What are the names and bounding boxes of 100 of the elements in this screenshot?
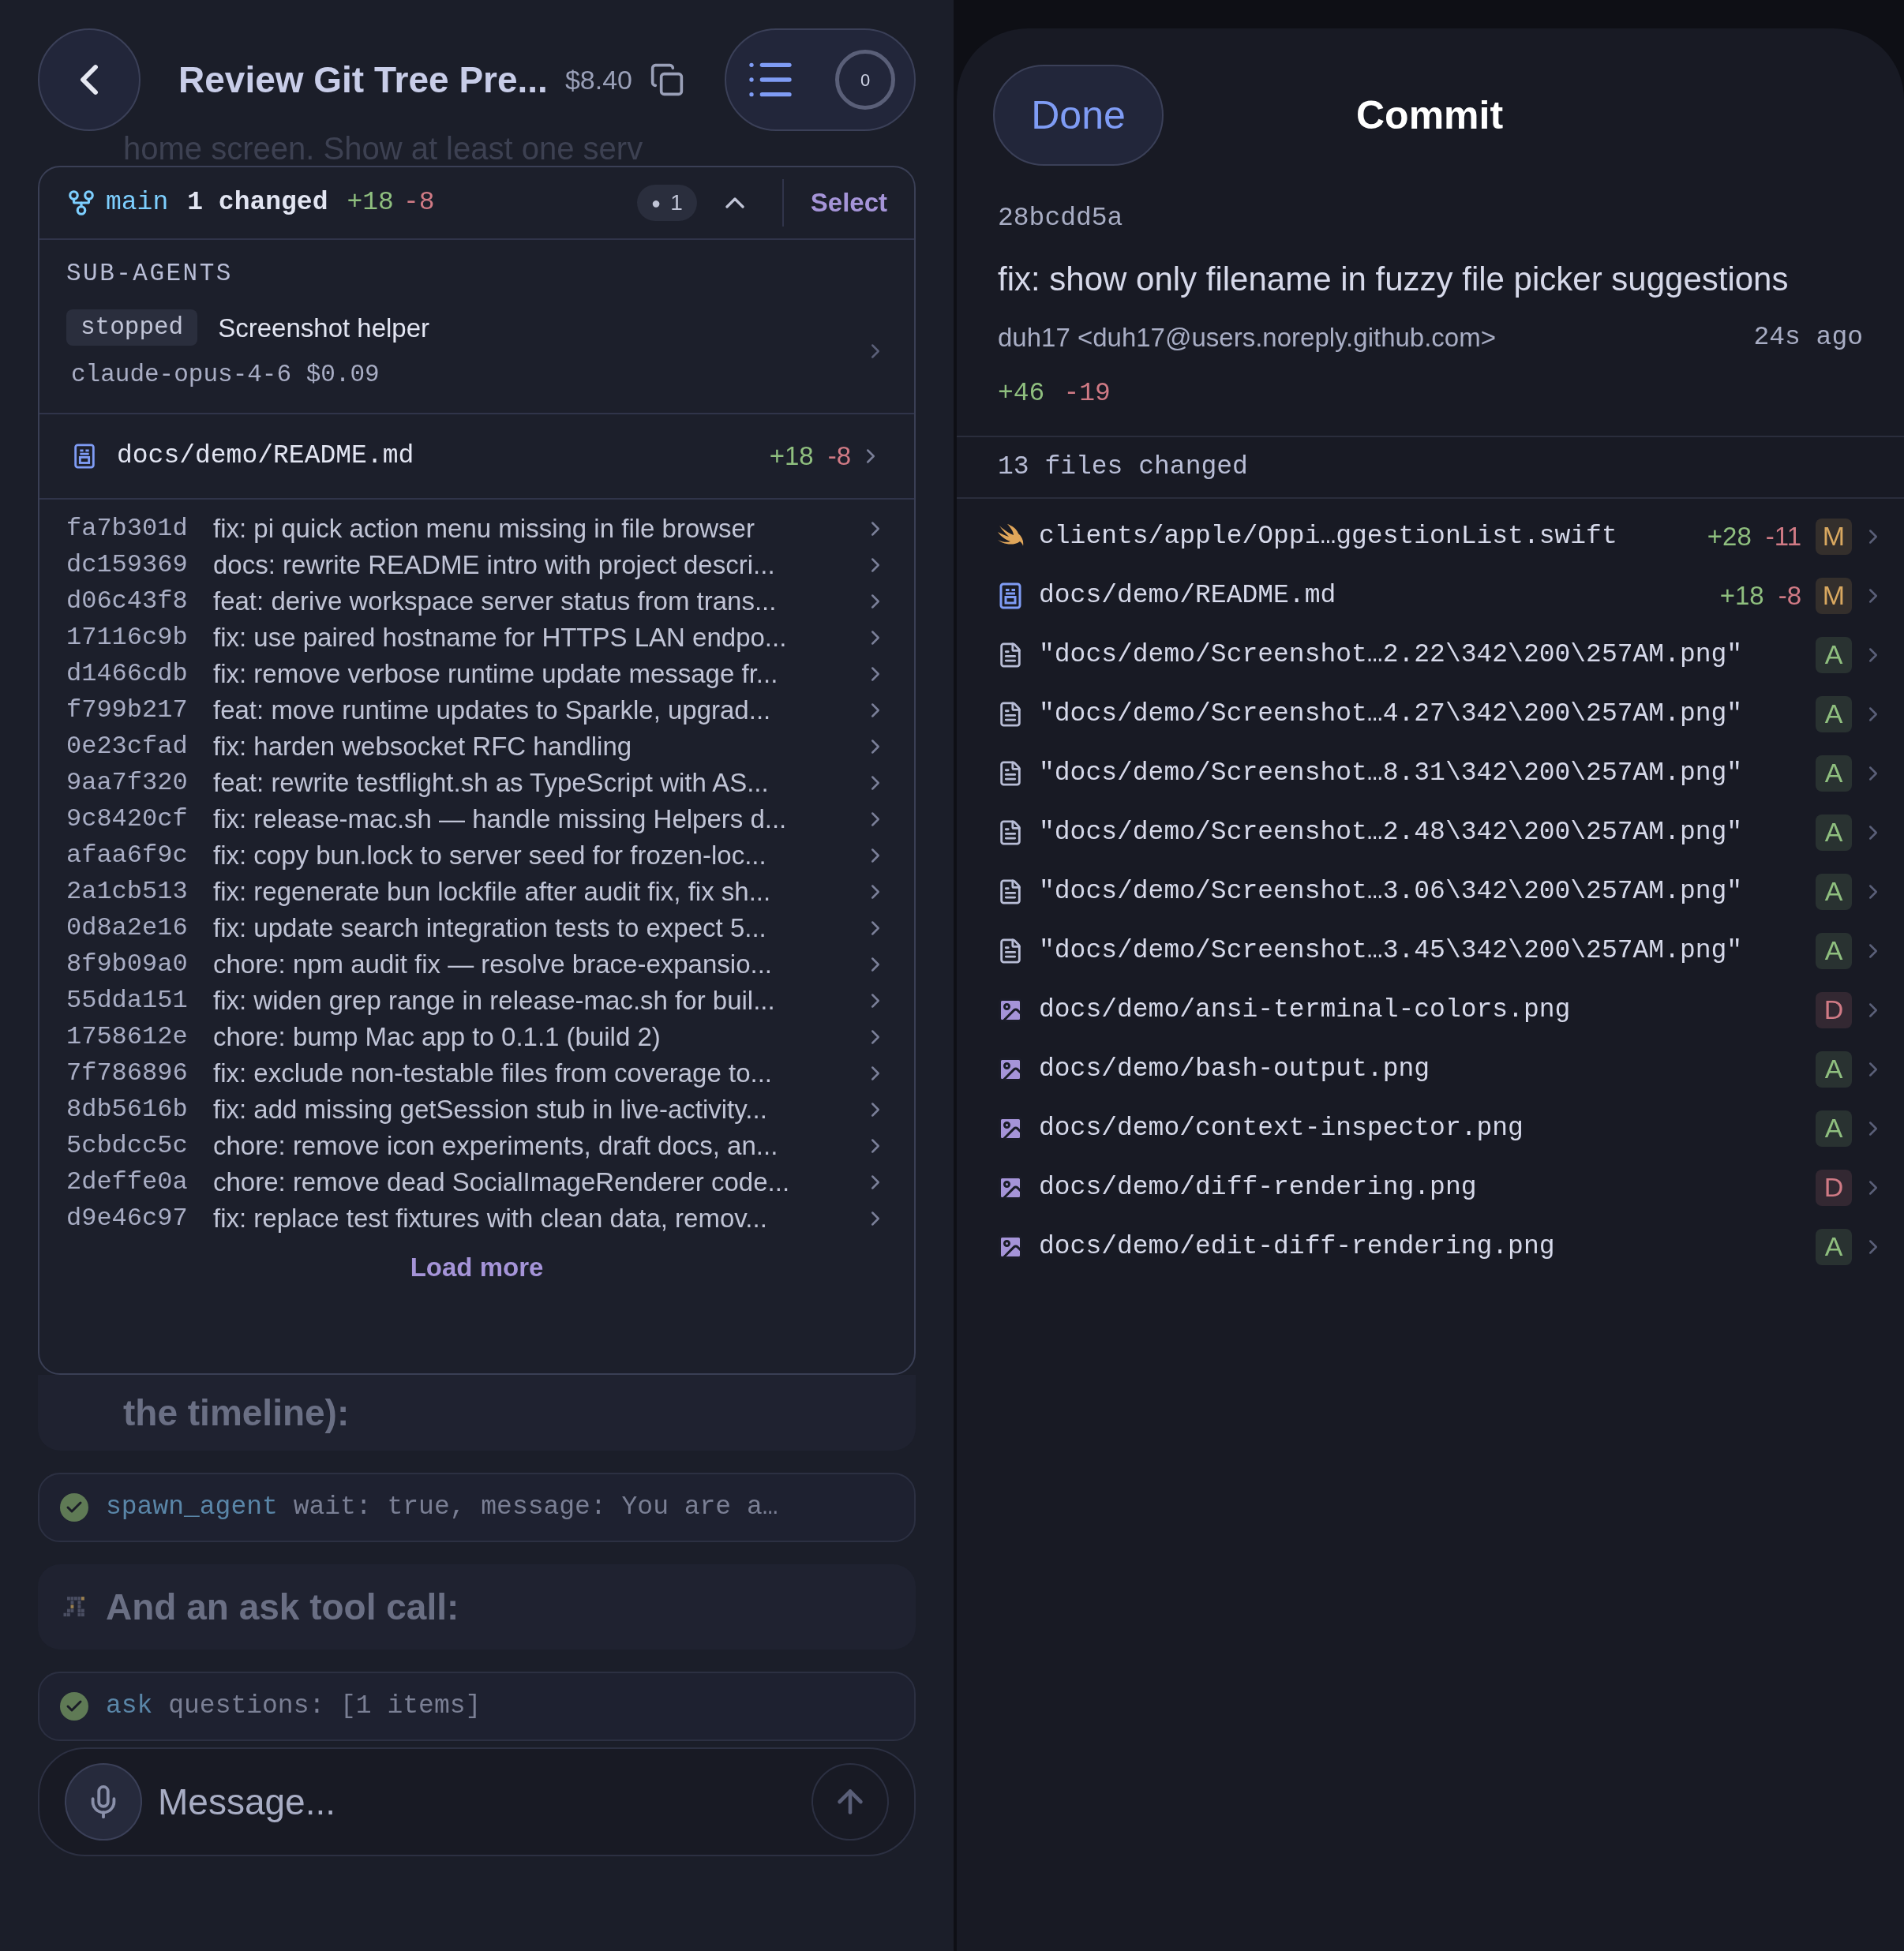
tool-call-card[interactable]: spawn_agent wait: true, message: You are a… [38, 1473, 916, 1542]
file-row[interactable]: "docs/demo/Screenshot…3.06\342\200\257AM.png" A [957, 862, 1904, 921]
commit-hash: 17116c9b [66, 621, 189, 653]
commit-row[interactable]: 2a1cb513 fix: regenerate bun lockfile after audit fix, fix sh... [66, 873, 887, 910]
commit-message: chore: npm audit fix — resolve brace-expansio... [213, 948, 772, 980]
agent-meta: claude-opus-4-6 $0.09 [71, 360, 380, 390]
commit-message: docs: rewrite README intro with project descri... [213, 549, 775, 581]
commit-row[interactable]: d1466cdb fix: remove verbose runtime update message fr... [66, 655, 887, 692]
commit-row[interactable]: d06c43f8 feat: derive workspace server status from trans... [66, 582, 887, 620]
lines-removed: -8 [403, 187, 435, 219]
commit-hash: 2a1cb513 [66, 875, 189, 908]
send-button[interactable] [811, 1763, 889, 1841]
commit-row[interactable]: 0d8a2e16 fix: update search integration tests to expect 5... [66, 909, 887, 946]
file-row[interactable]: docs/demo/diff-rendering.png D [957, 1158, 1904, 1217]
section-heading: SUB-AGENTS [66, 259, 234, 289]
commit-hash: d06c43f8 [66, 585, 189, 617]
message-input[interactable]: Message... [38, 1747, 916, 1856]
commit-row[interactable]: 8db5616b fix: add missing getSession stub in live-activity... [66, 1091, 887, 1128]
sub-agent-row[interactable]: stopped Screenshot helper claude-opus-4-6 $0.09 [66, 308, 887, 394]
file-path: docs/demo/context-inspector.png [1039, 1112, 1524, 1144]
file-path: clients/apple/Oppi…ggestionList.swift [1039, 520, 1617, 552]
select-button[interactable]: Select [810, 183, 887, 223]
file-path: "docs/demo/Screenshot…2.22\342\200\257AM.png" [1039, 638, 1743, 671]
chat-text: And an ask tool call: [106, 1585, 459, 1629]
status-tag: A [1816, 695, 1852, 732]
commit-row[interactable]: d9e46c97 fix: replace test fixtures with clean data, remov... [66, 1200, 887, 1237]
file-row[interactable]: docs/demo/README.md +18 -8 [39, 414, 914, 500]
file-path: "docs/demo/Screenshot…3.45\342\200\257AM.png" [1039, 934, 1743, 967]
commit-row[interactable]: fa7b301d fix: pi quick action menu missing in file browser [66, 510, 887, 547]
session-title: Review Git Tree Pre... [178, 58, 548, 102]
check-icon [60, 1692, 88, 1721]
file-row[interactable]: "docs/demo/Screenshot…2.48\342\200\257AM.png" A [957, 803, 1904, 862]
status-tag: A [1816, 873, 1852, 910]
file-row[interactable]: clients/apple/Oppi…ggestionList.swift +28 -11 M [957, 507, 1904, 566]
file-path: docs/demo/ansi-terminal-colors.png [1039, 994, 1571, 1026]
lines-added: +18 [347, 187, 394, 219]
file-path: "docs/demo/Screenshot…2.48\342\200\257AM.png" [1039, 816, 1743, 848]
commit-message: fix: remove verbose runtime update message fr... [213, 657, 778, 690]
tool-call-card[interactable]: ask questions: [1 items] [38, 1672, 916, 1741]
commit-message: fix: pi quick action menu missing in file browser [213, 512, 755, 545]
lines-removed: -8 [827, 440, 851, 472]
commit-row[interactable]: afaa6f9c fix: copy bun.lock to server seed for frozen-loc... [66, 837, 887, 874]
commit-message: feat: rewrite testflight.sh as TypeScript with AS... [213, 766, 769, 799]
file-row[interactable]: "docs/demo/Screenshot…8.31\342\200\257AM.png" A [957, 743, 1904, 803]
commit-row[interactable]: 1758612e chore: bump Mac app to 0.1.1 (build 2) [66, 1018, 887, 1055]
commit-message: chore: remove dead SocialImageRenderer code... [213, 1166, 790, 1198]
commit-message: fix: release-mac.sh — handle missing Helpers d... [213, 803, 787, 835]
commit-message: fix: harden websocket RFC handling [213, 730, 632, 762]
commit-message: fix: replace test fixtures with clean data, remov... [213, 1202, 767, 1234]
file-row[interactable]: docs/demo/bash-output.png A [957, 1039, 1904, 1099]
commit-hash: d9e46c97 [66, 1202, 189, 1234]
commit-author: duh17 <duh17@users.noreply.github.com> [998, 321, 1496, 354]
commit-row[interactable]: 17116c9b fix: use paired hostname for HTTPS LAN endpo... [66, 619, 887, 656]
commit-message: fix: exclude non-testable files from coverage to... [213, 1057, 773, 1089]
commit-row[interactable]: 8f9b09a0 chore: npm audit fix — resolve brace-expansio... [66, 946, 887, 983]
file-row[interactable]: "docs/demo/Screenshot…4.27\342\200\257AM.png" A [957, 684, 1904, 743]
changed-count: 1 changed [187, 187, 328, 219]
status-tag: A [1816, 1110, 1852, 1147]
status-tag: D [1816, 991, 1852, 1028]
agent-count-badge: ● 1 [637, 185, 697, 221]
commit-hash: 0e23cfad [66, 730, 189, 762]
commit-row[interactable]: 2deffe0a chore: remove dead SocialImageRenderer code... [66, 1163, 887, 1200]
commit-hash: 8f9b09a0 [66, 948, 189, 980]
lines-added: +18 [1719, 579, 1764, 612]
commit-hash: 8db5616b [66, 1093, 189, 1125]
status-tag: M [1816, 577, 1852, 614]
commit-row[interactable]: 5cbdcc5c chore: remove icon experiments, draft docs, an... [66, 1127, 887, 1164]
commit-row[interactable]: 9c8420cf fix: release-mac.sh — handle missing Helpers d... [66, 800, 887, 837]
load-more-button[interactable]: Load more [410, 1247, 544, 1286]
file-row[interactable]: docs/demo/edit-diff-rendering.png A [957, 1217, 1904, 1276]
file-path: docs/demo/diff-rendering.png [1039, 1171, 1477, 1204]
copy-icon[interactable] [650, 62, 684, 97]
commit-hash: 2deffe0a [66, 1166, 189, 1198]
commit-hash: afaa6f9c [66, 839, 189, 871]
done-button[interactable]: Done [993, 65, 1164, 166]
file-row[interactable]: "docs/demo/Screenshot…2.22\342\200\257AM.png" A [957, 625, 1904, 684]
commit-row[interactable]: 7f786896 fix: exclude non-testable files from coverage to... [66, 1054, 887, 1092]
status-tag: A [1816, 1050, 1852, 1088]
file-row[interactable]: "docs/demo/Screenshot…3.45\342\200\257AM.png" A [957, 921, 1904, 980]
commit-hash: 28bcdd5a [998, 203, 1124, 234]
file-row[interactable]: docs/demo/context-inspector.png A [957, 1099, 1904, 1158]
file-row[interactable]: docs/demo/ansi-terminal-colors.png D [957, 980, 1904, 1039]
status-tag: A [1816, 1228, 1852, 1265]
commit-message: fix: widen grep range in release-mac.sh for buil... [213, 984, 775, 1017]
commit-hash: 0d8a2e16 [66, 912, 189, 944]
commit-row[interactable]: dc159369 docs: rewrite README intro with project descri... [66, 546, 887, 583]
commit-row[interactable]: 0e23cfad fix: harden websocket RFC handling [66, 728, 887, 765]
chat-text: the timeline): [123, 1391, 350, 1435]
file-path: docs/demo/README.md [1039, 579, 1336, 612]
branch-icon [66, 188, 96, 218]
context-counter[interactable]: 0 [835, 50, 895, 110]
commit-row[interactable]: 9aa7f320 feat: rewrite testflight.sh as TypeScript with AS... [66, 764, 887, 801]
branch-name: main [106, 187, 169, 219]
status-tag: M [1816, 518, 1852, 555]
file-row[interactable]: docs/demo/README.md +18 -8 M [957, 566, 1904, 625]
commit-row[interactable]: f799b217 feat: move runtime updates to Sparkle, upgrad... [66, 691, 887, 728]
commit-hash: 7f786896 [66, 1057, 189, 1089]
message-field[interactable]: Message... [158, 1774, 811, 1829]
commit-row[interactable]: 55dda151 fix: widen grep range in release-mac.sh for buil... [66, 982, 887, 1019]
session-cost: $8.40 [564, 63, 632, 96]
